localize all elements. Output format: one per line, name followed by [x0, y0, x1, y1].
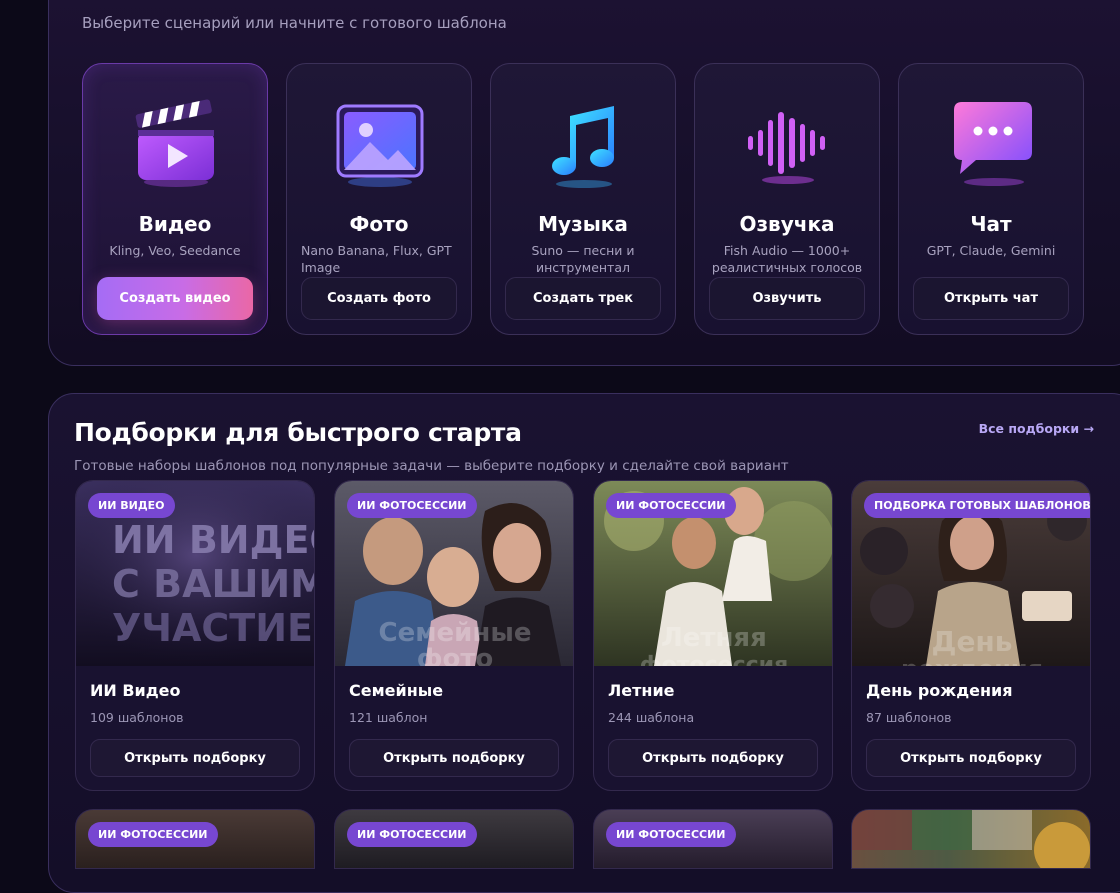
collection-badge: ИИ ФОТОСЕССИИ [606, 822, 736, 847]
open-chat-button[interactable]: Открыть чат [913, 277, 1069, 320]
collection-card-next-3[interactable]: ИИ ФОТОСЕССИИ [593, 809, 833, 869]
svg-text:ИИ ВИДЕО: ИИ ВИДЕО [112, 518, 315, 562]
image-icon [336, 104, 424, 187]
svg-text:С ВАШИМ: С ВАШИМ [112, 562, 315, 606]
category-description: Suno — песни и инструментал [531, 243, 635, 275]
collection-count: 244 шаблона [608, 710, 695, 725]
open-collection-button[interactable]: Открыть подборку [90, 739, 300, 777]
category-title: Озвучка [739, 212, 835, 236]
collection-badge: ИИ ВИДЕО [88, 493, 175, 518]
open-collection-button[interactable]: Открыть подборку [349, 739, 559, 777]
category-card-voiceover[interactable]: Озвучка Fish Audio — 1000+ реалистичных … [694, 63, 880, 335]
category-description: Fish Audio — 1000+ реалистичных голосов [711, 243, 863, 275]
collection-card-summer[interactable]: Летняя фотосессия ИИ ФОТОСЕССИИ Летние 2… [593, 480, 833, 791]
collection-count: 109 шаблонов [90, 710, 184, 725]
scenario-subtitle: Выберите сценарий или начните с готового… [82, 14, 507, 32]
svg-text:УЧАСТИЕМ: УЧАСТИЕМ [112, 606, 315, 650]
collection-name: Летние [608, 681, 675, 700]
collection-card-family[interactable]: Семейные фото ИИ ФОТОСЕССИИ Семейные 121… [334, 480, 574, 791]
category-title: Фото [349, 212, 409, 236]
create-video-button[interactable]: Создать видео [97, 277, 253, 320]
collection-card-next-1[interactable]: ИИ ФОТОСЕССИИ [75, 809, 315, 869]
category-title: Чат [970, 212, 1012, 236]
category-card-photo[interactable]: Фото Nano Banana, Flux, GPT Image Создат… [286, 63, 472, 335]
chat-bubble-icon [954, 102, 1032, 186]
collection-name: День рождения [866, 681, 1013, 700]
svg-text:рождения: рождения [901, 655, 1043, 666]
collection-count: 121 шаблон [349, 710, 428, 725]
category-card-music[interactable]: Музыка Suno — песни и инструментал Созда… [490, 63, 676, 335]
open-collection-button[interactable]: Открыть подборку [866, 739, 1076, 777]
svg-text:Летняя: Летняя [661, 623, 767, 653]
collection-card-next-2[interactable]: ИИ ФОТОСЕССИИ [334, 809, 574, 869]
sound-wave-icon [748, 112, 825, 184]
create-photo-button[interactable]: Создать фото [301, 277, 457, 320]
collection-badge: ПОДБОРКА ГОТОВЫХ ШАБЛОНОВ [864, 493, 1090, 518]
collection-card-next-4[interactable] [851, 809, 1091, 869]
collection-name: ИИ Видео [90, 681, 181, 700]
all-collections-link[interactable]: Все подборки → [979, 421, 1094, 436]
category-card-chat[interactable]: Чат GPT, Claude, Gemini Открыть чат [898, 63, 1084, 335]
collection-cover-image [852, 810, 1090, 868]
film-clapper-icon [135, 99, 214, 187]
collections-subtitle: Готовые наборы шаблонов под популярные з… [74, 458, 789, 474]
category-description: Kling, Veo, Seedance [109, 243, 241, 258]
category-description: GPT, Claude, Gemini [926, 243, 1056, 258]
music-note-icon [552, 106, 614, 188]
collection-card-ai-video[interactable]: ИИ ВИДЕО С ВАШИМ УЧАСТИЕМ ИИ ВИДЕО ИИ Ви… [75, 480, 315, 791]
category-title: Музыка [538, 212, 628, 236]
svg-text:День: День [932, 625, 1013, 658]
collection-badge: ИИ ФОТОСЕССИИ [606, 493, 736, 518]
svg-text:фото: фото [417, 644, 494, 666]
collection-name: Семейные [349, 681, 444, 700]
open-collection-button[interactable]: Открыть подборку [608, 739, 818, 777]
voiceover-button[interactable]: Озвучить [709, 277, 865, 320]
category-title: Видео [138, 212, 212, 236]
category-description: Nano Banana, Flux, GPT Image [301, 243, 452, 275]
category-card-video[interactable]: Видео Kling, Veo, Seedance Создать видео [82, 63, 268, 335]
collection-card-birthday[interactable]: День рождения ПОДБОРКА ГОТОВЫХ ШАБЛОНОВ … [851, 480, 1091, 791]
collections-title: Подборки для быстрого старта [74, 418, 522, 447]
collection-badge: ИИ ФОТОСЕССИИ [347, 493, 477, 518]
collection-badge: ИИ ФОТОСЕССИИ [347, 822, 477, 847]
svg-text:фотосессия: фотосессия [640, 653, 788, 666]
collection-badge: ИИ ФОТОСЕССИИ [88, 822, 218, 847]
collection-count: 87 шаблонов [866, 710, 952, 725]
create-track-button[interactable]: Создать трек [505, 277, 661, 320]
